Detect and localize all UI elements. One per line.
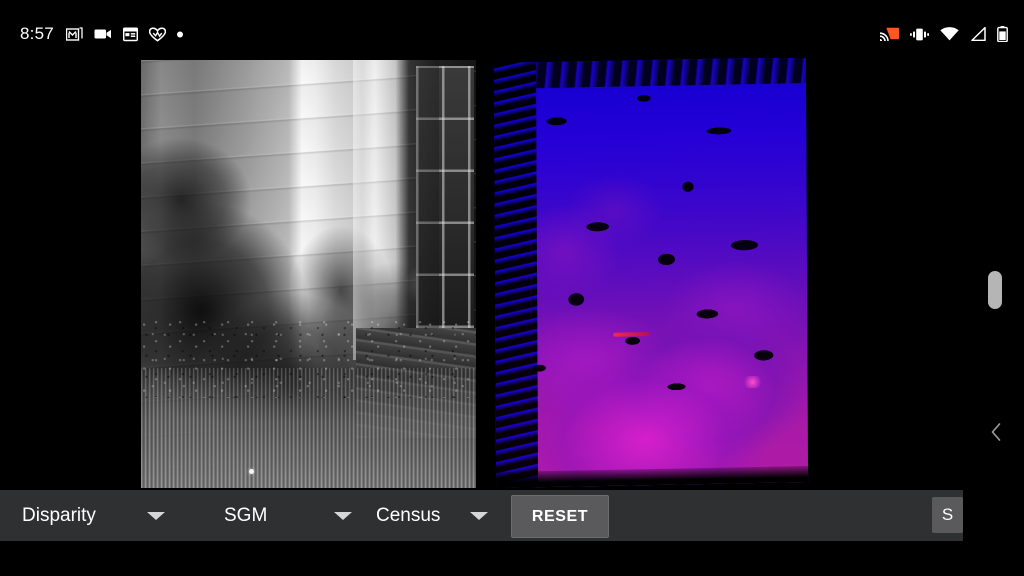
output-mode-dropdown-label: Disparity — [22, 504, 96, 526]
calendar-icon — [122, 27, 139, 42]
reset-button[interactable]: RESET — [511, 495, 609, 538]
left-image-door-region — [353, 60, 439, 360]
gmail-icon — [65, 27, 83, 42]
disparity-red-speckle — [613, 332, 650, 337]
vertical-scrollbar-thumb[interactable] — [988, 271, 1002, 309]
heart-fit-icon — [148, 26, 167, 42]
right-disparity-image[interactable] — [478, 58, 818, 490]
chevron-down-icon — [334, 512, 352, 520]
status-bar: 8:57 — [0, 0, 1024, 58]
left-rectified-image[interactable] — [141, 60, 476, 488]
more-notifications-dot-icon — [177, 31, 183, 37]
back-chevron-icon[interactable] — [986, 420, 1006, 444]
algorithm-dropdown[interactable]: SGM — [224, 490, 352, 541]
disparity-invalid-regions — [493, 58, 809, 489]
status-bar-system-icons — [879, 26, 1008, 43]
disparity-pink-speckle — [741, 375, 764, 389]
cell-signal-icon — [970, 26, 986, 42]
cost-function-dropdown-label: Census — [376, 504, 441, 526]
output-mode-dropdown[interactable]: Disparity — [22, 490, 165, 541]
bottom-navigation-area — [0, 541, 1024, 576]
left-image-highlight-dot — [249, 469, 254, 474]
chevron-down-icon — [147, 512, 165, 520]
battery-icon — [997, 26, 1008, 43]
algorithm-dropdown-label: SGM — [224, 504, 268, 526]
disparity-left-occlusion-band — [493, 62, 539, 489]
cast-icon — [879, 27, 900, 42]
status-bar-clock: 8:57 — [20, 24, 54, 43]
left-image-foliage-texture — [141, 318, 476, 398]
disparity-colormap-content — [493, 58, 809, 489]
save-button[interactable]: S — [932, 497, 963, 533]
app-screen: 8:57 Disparity SGM Census RESET S — [0, 0, 1024, 576]
stereo-viewer-stage — [0, 58, 1024, 490]
cost-function-dropdown[interactable]: Census — [376, 490, 488, 541]
video-camera-icon — [94, 28, 112, 41]
status-bar-notification-icons — [65, 26, 183, 42]
wifi-icon — [940, 27, 959, 41]
toolbar-right-spacer — [963, 490, 1024, 541]
vibrate-icon — [910, 28, 929, 41]
chevron-down-icon — [470, 512, 488, 520]
